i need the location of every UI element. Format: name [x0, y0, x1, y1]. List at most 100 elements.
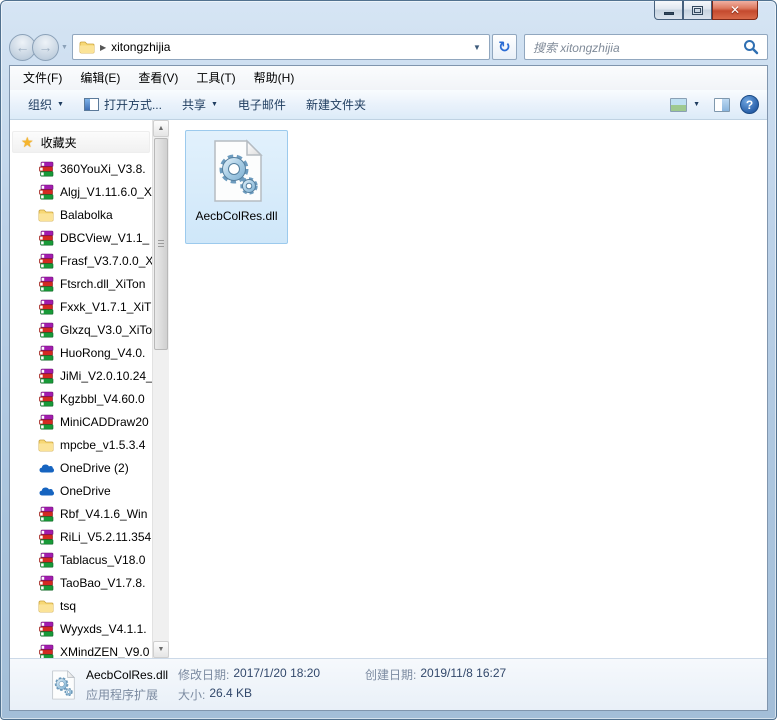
- scrollbar-grip-icon: [158, 240, 164, 248]
- file-list-pane[interactable]: AecbColRes.dll: [169, 120, 767, 658]
- sidebar-item[interactable]: DBCView_V1.1_: [10, 226, 152, 249]
- rar-archive-icon: [39, 161, 54, 177]
- rar-archive-icon: [39, 345, 54, 361]
- sidebar-item[interactable]: mpcbe_v1.5.3.4: [10, 433, 152, 456]
- recent-pages-dropdown[interactable]: ▼: [61, 44, 68, 51]
- status-file-name: AecbColRes.dll: [86, 667, 169, 682]
- size-label: 大小:: [178, 688, 206, 702]
- sidebar-item[interactable]: Kgzbbl_V4.60.0: [10, 387, 152, 410]
- sidebar-item[interactable]: OneDrive (2): [10, 456, 152, 479]
- rar-archive-icon: [39, 299, 54, 315]
- onedrive-cloud-icon: [39, 464, 54, 472]
- onedrive-cloud-icon: [39, 487, 54, 495]
- rar-archive-icon: [39, 644, 54, 658]
- close-button[interactable]: ✕: [712, 1, 758, 20]
- sidebar-item[interactable]: Fxxk_V1.7.1_XiT: [10, 295, 152, 318]
- email-button[interactable]: 电子邮件: [228, 93, 296, 117]
- sidebar-item[interactable]: Algj_V1.11.6.0_X: [10, 180, 152, 203]
- sidebar-item-label: Fxxk_V1.7.1_XiT: [60, 299, 152, 314]
- sidebar-item[interactable]: OneDrive: [10, 479, 152, 502]
- navigation-bar: ← → ▼ ▶ xitongzhijia ▼ ↻ 搜索 xitongzhijia: [9, 29, 768, 65]
- rar-archive-icon: [39, 276, 54, 292]
- favorites-header[interactable]: ★ 收藏夹: [12, 131, 150, 153]
- refresh-button[interactable]: ↻: [491, 34, 517, 60]
- file-item-selected[interactable]: AecbColRes.dll: [185, 130, 288, 244]
- sidebar-item-label: OneDrive: [60, 483, 111, 498]
- address-dropdown-icon[interactable]: ▼: [471, 43, 483, 52]
- scrollbar-thumb[interactable]: [154, 138, 168, 350]
- sidebar-item-label: TaoBao_V1.7.8.: [60, 575, 146, 590]
- sidebar-item-label: MiniCADDraw20: [60, 414, 149, 429]
- sidebar-item[interactable]: RiLi_V5.2.11.354: [10, 525, 152, 548]
- client-area: 文件(F) 编辑(E) 查看(V) 工具(T) 帮助(H) 组织 ▼ 打开方式..…: [9, 65, 768, 711]
- folder-icon: [38, 439, 54, 451]
- sidebar-item[interactable]: JiMi_V2.0.10.24_: [10, 364, 152, 387]
- navigation-pane: ★ 收藏夹 360YouXi_V3.8. Algj_V1.11.6.0_X Bala…: [10, 120, 152, 658]
- sidebar-item[interactable]: 360YouXi_V3.8.: [10, 157, 152, 180]
- open-with-button[interactable]: 打开方式...: [74, 93, 172, 117]
- rar-archive-icon: [39, 391, 54, 407]
- maximize-button[interactable]: [683, 1, 712, 20]
- menu-bar: 文件(F) 编辑(E) 查看(V) 工具(T) 帮助(H): [10, 66, 767, 90]
- folder-icon: [38, 600, 54, 612]
- sidebar-item[interactable]: XMindZEN_V9.0: [10, 640, 152, 658]
- window-controls: ✕: [654, 1, 758, 20]
- modified-date-value: 2017/1/20 18:20: [233, 666, 321, 680]
- forward-button[interactable]: →: [32, 33, 59, 61]
- sidebar-item-label: Tablacus_V18.0: [60, 552, 146, 567]
- sidebar-item-label: 360YouXi_V3.8.: [60, 161, 146, 176]
- chevron-down-icon: ▼: [210, 101, 218, 108]
- sidebar-item[interactable]: Frasf_V3.7.0.0_X: [10, 249, 152, 272]
- sidebar-scrollbar[interactable]: ▲ ▼: [152, 120, 169, 658]
- chevron-down-icon: ▼: [693, 101, 700, 108]
- sidebar-item-label: Ftsrch.dll_XiTon: [60, 276, 146, 291]
- search-input[interactable]: 搜索 xitongzhijia: [533, 39, 743, 56]
- sidebar-item-label: Rbf_V4.1.6_Win: [60, 506, 148, 521]
- menu-edit[interactable]: 编辑(E): [71, 67, 129, 90]
- menu-tools[interactable]: 工具(T): [187, 67, 244, 90]
- sidebar-item[interactable]: tsq: [10, 594, 152, 617]
- sidebar-item[interactable]: Tablacus_V18.0: [10, 548, 152, 571]
- scroll-down-button[interactable]: ▼: [153, 641, 169, 658]
- sidebar-item-label: Algj_V1.11.6.0_X: [60, 184, 152, 199]
- share-button[interactable]: 共享 ▼: [172, 93, 228, 117]
- sidebar-item-label: Glxzq_V3.0_XiTo: [60, 322, 152, 337]
- scroll-up-button[interactable]: ▲: [153, 120, 169, 137]
- sidebar-item[interactable]: MiniCADDraw20: [10, 410, 152, 433]
- rar-archive-icon: [39, 414, 54, 430]
- address-bar[interactable]: ▶ xitongzhijia ▼: [71, 34, 490, 60]
- preview-pane-button[interactable]: [714, 97, 730, 112]
- sidebar-item-label: HuoRong_V4.0.: [60, 345, 146, 360]
- rar-archive-icon: [39, 552, 54, 568]
- minimize-button[interactable]: [654, 1, 683, 20]
- views-button[interactable]: ▼: [666, 93, 704, 117]
- sidebar-item[interactable]: Rbf_V4.1.6_Win: [10, 502, 152, 525]
- explorer-window: ✕ ← → ▼ ▶ xitongzhijia ▼ ↻ 搜索 xitongzhij…: [0, 0, 777, 720]
- sidebar-item-label: RiLi_V5.2.11.354: [60, 529, 152, 544]
- sidebar-item-label: mpcbe_v1.5.3.4: [60, 437, 146, 452]
- help-button[interactable]: ?: [740, 95, 759, 114]
- menu-view[interactable]: 查看(V): [129, 67, 187, 90]
- organize-button[interactable]: 组织 ▼: [18, 93, 74, 117]
- rar-archive-icon: [39, 621, 54, 637]
- breadcrumb[interactable]: xitongzhijia: [111, 40, 466, 54]
- search-box[interactable]: 搜索 xitongzhijia: [523, 34, 768, 60]
- sidebar-item-label: JiMi_V2.0.10.24_: [60, 368, 152, 383]
- rar-archive-icon: [39, 322, 54, 338]
- sidebar-item[interactable]: Glxzq_V3.0_XiTo: [10, 318, 152, 341]
- folder-icon: [79, 41, 95, 54]
- menu-help[interactable]: 帮助(H): [245, 67, 304, 90]
- sidebar-item-label: Balabolka: [60, 207, 113, 222]
- rar-archive-icon: [39, 506, 54, 522]
- sidebar-item-label: DBCView_V1.1_: [60, 230, 150, 245]
- refresh-icon: ↻: [498, 39, 511, 56]
- sidebar-item[interactable]: Ftsrch.dll_XiTon: [10, 272, 152, 295]
- menu-file[interactable]: 文件(F): [14, 67, 71, 90]
- sidebar-item[interactable]: Balabolka: [10, 203, 152, 226]
- sidebar-item[interactable]: TaoBao_V1.7.8.: [10, 571, 152, 594]
- new-folder-button[interactable]: 新建文件夹: [296, 93, 376, 117]
- question-icon: ?: [745, 97, 754, 112]
- sidebar-item[interactable]: HuoRong_V4.0.: [10, 341, 152, 364]
- sidebar-item-label: OneDrive (2): [60, 460, 129, 475]
- sidebar-item[interactable]: Wyyxds_V4.1.1.: [10, 617, 152, 640]
